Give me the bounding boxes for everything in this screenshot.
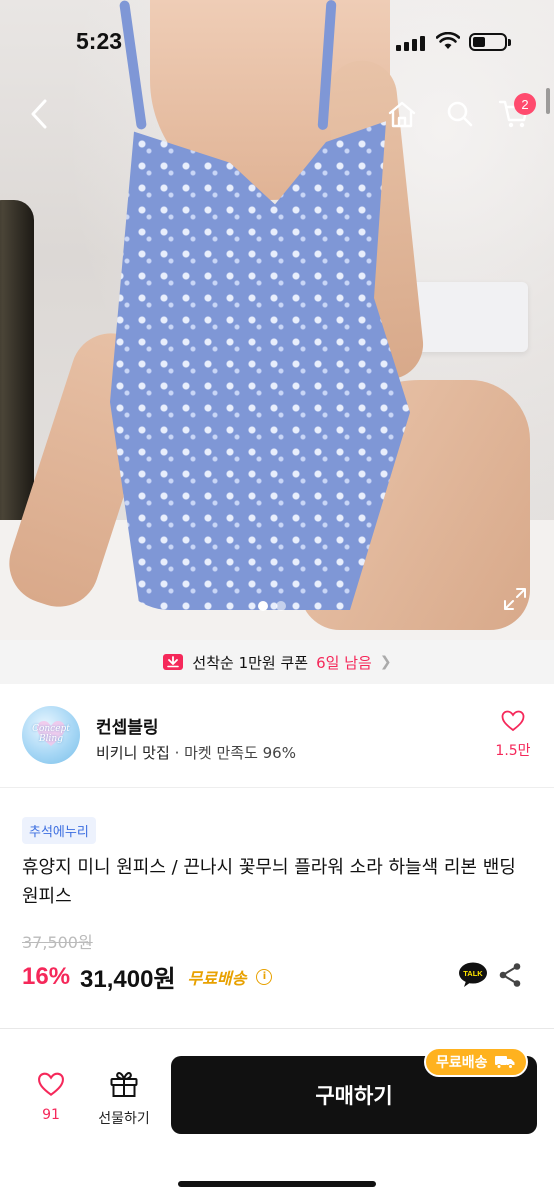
kakao-talk-icon: TALK	[459, 962, 487, 987]
shop-category: 비키니 맛집	[96, 744, 170, 762]
promo-tag: 추석에누리	[22, 817, 96, 844]
home-indicator[interactable]	[178, 1181, 376, 1187]
status-bar: 5:23	[0, 0, 554, 70]
cart-count-badge: 2	[514, 93, 536, 115]
gallery-pagination	[258, 601, 286, 611]
scrollbar[interactable]	[546, 88, 550, 114]
gift-label: 선물하기	[98, 1111, 150, 1127]
status-time: 5:23	[76, 28, 123, 54]
free-shipping-label: 무료배송	[187, 968, 247, 988]
coupon-banner[interactable]: 선착순 1만원 쿠폰 6일 남음 ❯	[0, 640, 554, 684]
heart-outline-icon	[38, 1072, 64, 1097]
product-title: 휴양지 미니 원피스 / 끈나시 꽃무늬 플라워 소라 하늘색 리본 밴딩 원피…	[22, 857, 516, 907]
coupon-text: 선착순 1만원 쿠폰	[192, 653, 309, 672]
shop-satisfaction: · 마켓 만족도 96%	[174, 744, 296, 762]
battery-icon	[469, 33, 511, 51]
share-icon	[499, 963, 521, 987]
search-button[interactable]	[442, 96, 478, 132]
home-icon	[388, 101, 416, 128]
price-row: 16% 31,400원 무료배송 i	[22, 959, 273, 994]
expand-icon	[504, 588, 526, 610]
fullscreen-button[interactable]	[502, 586, 528, 616]
wishlist-count: 91	[42, 1107, 60, 1123]
pagination-dot-active	[258, 601, 268, 611]
section-divider	[0, 1028, 554, 1029]
chevron-left-icon	[31, 99, 47, 129]
bottom-action-bar: 91 선물하기 구매하기 무료배송	[0, 1038, 554, 1200]
truck-icon	[494, 1056, 515, 1069]
coupon-icon	[163, 654, 184, 670]
shop-like-count: 1.5만	[495, 743, 531, 759]
talk-button[interactable]: TALK	[458, 962, 488, 988]
chevron-right-icon: ❯	[379, 654, 392, 670]
search-icon	[447, 101, 473, 127]
shop-name[interactable]: 컨셉블링	[96, 713, 159, 738]
wishlist-button[interactable]: 91	[30, 1072, 72, 1123]
original-price: 37,500원	[22, 933, 93, 952]
heart-outline-icon	[501, 710, 525, 732]
shop-meta: 비키니 맛집 · 마켓 만족도 96%	[96, 742, 296, 763]
shop-logo[interactable]: Concept Bling	[22, 706, 80, 764]
shop-info[interactable]: Concept Bling 컨셉블링 비키니 맛집 · 마켓 만족도 96% 1…	[0, 684, 554, 788]
signal-icon	[396, 36, 425, 51]
share-button[interactable]	[498, 962, 522, 992]
pagination-dot	[276, 601, 286, 611]
back-button[interactable]	[24, 96, 54, 132]
gift-icon	[110, 1072, 138, 1097]
talk-label: TALK	[463, 969, 483, 978]
home-button[interactable]	[384, 96, 420, 132]
sale-price: 31,400원	[80, 966, 176, 993]
shop-logo-text: Concept Bling	[32, 724, 70, 744]
wifi-icon	[436, 32, 460, 49]
free-shipping-badge-label: 무료배송	[436, 1055, 488, 1071]
free-shipping-badge: 무료배송	[424, 1047, 528, 1077]
gift-button[interactable]: 선물하기	[88, 1070, 160, 1128]
discount-rate: 16%	[22, 962, 71, 990]
coupon-deadline: 6일 남음	[316, 653, 372, 672]
shop-like-button[interactable]: 1.5만	[492, 710, 534, 760]
info-icon[interactable]: i	[256, 968, 273, 985]
